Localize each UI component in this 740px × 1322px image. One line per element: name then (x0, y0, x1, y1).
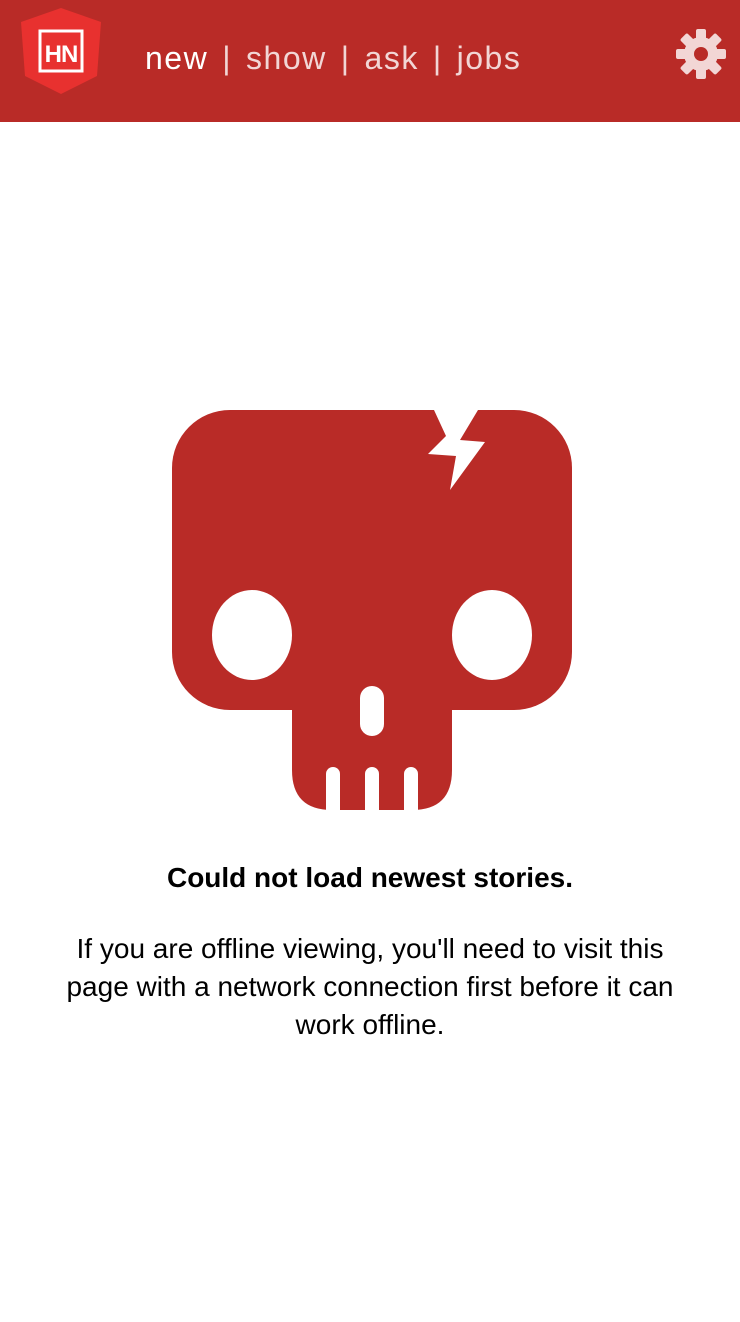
gear-icon[interactable] (675, 28, 727, 80)
main-nav: new | show | ask | jobs (145, 36, 521, 80)
skull-icon (172, 410, 572, 810)
hn-logo[interactable]: HN (19, 6, 103, 96)
nav-show-link[interactable]: show (246, 40, 327, 77)
nav-separator: | (222, 39, 233, 76)
error-message: If you are offline viewing, you'll need … (66, 933, 674, 1040)
logo-text: HN (45, 41, 78, 68)
error-title: Could not load newest stories. (166, 862, 574, 893)
nav-new-link[interactable]: new (145, 40, 208, 77)
nav-ask-link[interactable]: ask (365, 40, 419, 77)
nav-separator: | (340, 39, 351, 76)
nav-separator: | (432, 39, 443, 76)
nav-jobs-link[interactable]: jobs (457, 40, 522, 77)
app-header: HN new | show | ask | jobs (0, 0, 740, 122)
